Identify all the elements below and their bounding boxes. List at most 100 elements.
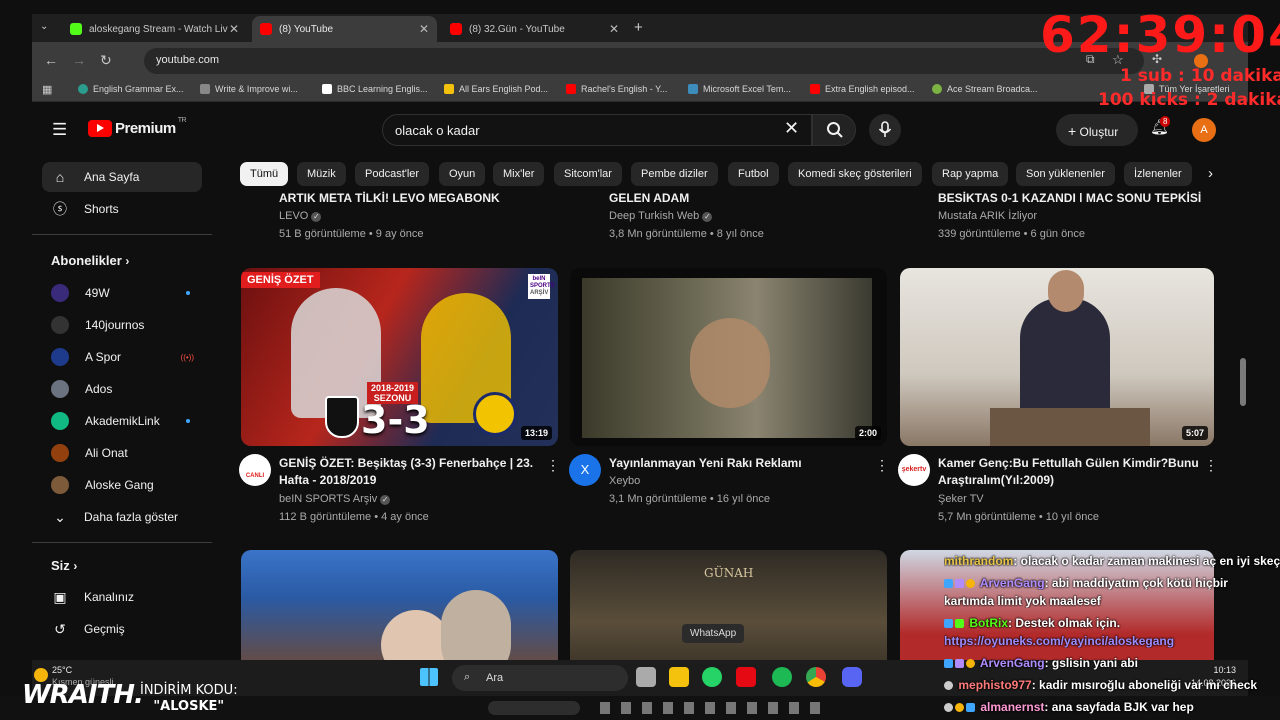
whatsapp-icon[interactable] — [702, 667, 722, 687]
taskbar-search-small[interactable] — [488, 701, 580, 715]
video-title[interactable]: ARTIK META TİLKİ! LEVO MEGABONK — [279, 190, 500, 202]
tab-search-icon[interactable]: ⌄ — [40, 21, 48, 32]
bookmark-item[interactable]: Microsoft Excel Tem... — [688, 84, 791, 94]
search-button[interactable] — [812, 114, 856, 146]
sidebar-item-home[interactable]: ⌂ Ana Sayfa — [42, 162, 202, 192]
netflix-icon[interactable] — [736, 667, 756, 687]
sidebar-item-ali-onat[interactable]: Ali Onat — [42, 438, 202, 468]
subscriptions-heading[interactable]: Abonelikler › — [51, 253, 129, 268]
video-thumbnail[interactable]: GENİŞ ÖZET 2018-2019 SEZONU 3-3 beIN SPOR… — [241, 268, 558, 446]
sidebar-item-aloske-gang[interactable]: Aloske Gang — [42, 470, 202, 500]
channel-avatar[interactable]: X — [569, 454, 601, 486]
bookmark-item[interactable]: BBC Learning Englis... — [322, 84, 428, 94]
task-view-icon[interactable] — [636, 667, 656, 687]
youtube-logo[interactable]: Premium TR — [88, 117, 187, 137]
sidebar-item-akademiklink[interactable]: AkademikLink — [42, 406, 202, 436]
more-actions-icon[interactable]: ⋮ — [546, 457, 560, 474]
channel-name[interactable]: beIN SPORTS Arşiv ✓ — [279, 493, 391, 505]
sidebar-item-label: Ana Sayfa — [84, 170, 140, 184]
channel-avatar[interactable]: şekertv — [898, 454, 930, 486]
file-explorer-icon[interactable] — [669, 667, 689, 687]
video-title[interactable]: GENİŞ ÖZET: Beşiktaş (3-3) Fenerbahçe | … — [279, 455, 539, 489]
channel-avatar[interactable]: CANLI — [239, 454, 271, 486]
channel-name[interactable]: Deep Turkish Web ✓ — [609, 210, 713, 222]
forward-icon[interactable]: → — [72, 52, 86, 68]
bookmark-item[interactable]: Extra English episod... — [810, 84, 915, 94]
chip-rap[interactable]: Rap yapma — [932, 162, 1009, 186]
brand-label: beIN SPORTS — [530, 276, 555, 289]
bookmark-item[interactable]: English Grammar Ex... — [78, 84, 184, 94]
bookmark-item[interactable]: Write & Improve wi... — [200, 84, 298, 94]
video-title[interactable]: BEŞİKTAŞ 0-1 KAZANDI | MAÇ SONU TEPKİSİ — [938, 190, 1201, 202]
video-title[interactable]: GELEN ADAM — [609, 190, 689, 202]
verified-icon: ✓ — [311, 212, 322, 222]
apps-grid-icon[interactable]: ▦ — [42, 83, 52, 96]
channel-label: LEVO — [279, 210, 309, 222]
voice-search-button[interactable] — [869, 114, 901, 146]
video-thumbnail[interactable] — [241, 550, 558, 660]
sidebar-item-ados[interactable]: Ados — [42, 374, 202, 404]
discord-icon[interactable] — [842, 667, 862, 687]
video-title[interactable]: Kamer Genç:Bu Fettullah Gülen Kimdir?Bun… — [938, 455, 1210, 489]
sidebar-item-shorts[interactable]: ⓢ Shorts — [42, 194, 202, 224]
tab-youtube-32gun[interactable]: (8) 32.Gün - YouTube ✕ — [442, 16, 627, 42]
tab-youtube[interactable]: (8) YouTube ✕ — [252, 16, 437, 42]
close-tab-icon[interactable]: ✕ — [609, 22, 619, 36]
chip-sitcoms[interactable]: Sitcom'lar — [554, 162, 622, 186]
sidebar-item-your-channel[interactable]: ▣ Kanalınız — [42, 582, 202, 612]
close-tab-icon[interactable]: ✕ — [229, 22, 239, 36]
chip-recently-uploaded[interactable]: Son yüklenenler — [1016, 162, 1115, 186]
scrollbar-thumb[interactable] — [1240, 358, 1246, 406]
chip-music[interactable]: Müzik — [297, 162, 346, 186]
channel-name[interactable]: LEVO ✓ — [279, 210, 322, 222]
close-tab-icon[interactable]: ✕ — [419, 22, 429, 36]
chip-sketch-comedy[interactable]: Komedi skeç gösterileri — [788, 162, 922, 186]
bookmark-item[interactable]: Ace Stream Broadca... — [932, 84, 1038, 94]
you-heading[interactable]: Siz › — [51, 558, 77, 573]
spotify-icon[interactable] — [772, 667, 792, 687]
chat-badge-icon — [944, 659, 953, 669]
bookmark-item[interactable]: All Ears English Pod... — [444, 84, 548, 94]
chip-mixes[interactable]: Mix'ler — [493, 162, 545, 186]
back-icon[interactable]: ← — [44, 52, 58, 68]
bookmark-item[interactable]: Rachel's English - Y... — [566, 84, 667, 94]
reload-icon[interactable]: ↻ — [100, 52, 112, 69]
chip-football[interactable]: Futbol — [728, 162, 779, 186]
weather-temp: 25°C — [52, 665, 73, 675]
chip-all[interactable]: Tümü — [240, 162, 289, 186]
account-avatar[interactable]: A — [1192, 118, 1216, 142]
bookmark-favicon-icon — [78, 84, 88, 94]
more-actions-icon[interactable]: ⋮ — [875, 457, 889, 474]
chip-soap-operas[interactable]: Pembe diziler — [631, 162, 718, 186]
chips-next-icon[interactable]: › — [1208, 165, 1213, 182]
show-more-button[interactable]: ⌄ Daha fazla göster — [42, 502, 202, 532]
chrome-icon[interactable] — [806, 667, 826, 687]
more-actions-icon[interactable]: ⋮ — [1204, 457, 1218, 474]
actor-face — [690, 318, 770, 408]
search-input[interactable]: olacak o kadar — [382, 114, 812, 146]
new-tab-icon[interactable]: + — [634, 19, 643, 36]
chat-username: ArvenGang — [979, 576, 1045, 590]
chip-watched[interactable]: İzlenenler — [1124, 162, 1192, 186]
chip-gaming[interactable]: Oyun — [439, 162, 486, 186]
taskbar-app-icons[interactable] — [600, 702, 820, 714]
channel-name[interactable]: Xeybo — [609, 475, 640, 487]
video-thumbnail[interactable]: GÜNAH WhatsApp — [570, 550, 887, 660]
start-windows-icon[interactable] — [420, 668, 438, 686]
video-thumbnail[interactable]: 2:00 — [570, 268, 887, 446]
sidebar-item-140journos[interactable]: 140journos — [42, 310, 202, 340]
sidebar-item-49w[interactable]: 49W — [42, 278, 202, 308]
chip-podcasts[interactable]: Podcast'ler — [355, 162, 430, 186]
create-button[interactable]: + Oluştur — [1056, 114, 1138, 146]
clear-search-icon[interactable]: ✕ — [784, 118, 799, 139]
channel-name[interactable]: Mustafa ARIK İzliyor — [938, 210, 1037, 222]
video-thumbnail[interactable]: 5:07 — [900, 268, 1214, 446]
sidebar-item-a-spor[interactable]: A Spor ((•)) — [42, 342, 202, 372]
sidebar-item-history[interactable]: ↺ Geçmiş — [42, 614, 202, 644]
taskbar-search[interactable]: ⌕ Ara — [452, 665, 628, 691]
menu-icon[interactable]: ☰ — [52, 120, 67, 140]
tab-kick-stream[interactable]: aloskegang Stream - Watch Liv ✕ — [62, 16, 247, 42]
video-title[interactable]: Yayınlanmayan Yeni Rakı Reklamı — [609, 455, 869, 472]
address-input[interactable]: youtube.com — [144, 48, 1144, 74]
channel-name[interactable]: Şeker TV — [938, 493, 984, 505]
